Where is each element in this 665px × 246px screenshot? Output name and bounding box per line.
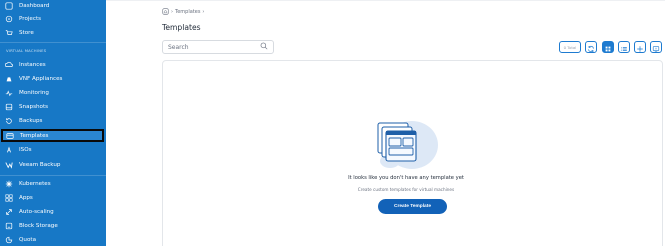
sidebar-item-label: Quota	[19, 236, 36, 243]
sidebar-item-label: Snapshots	[19, 103, 49, 110]
sidebar-item-label: Projects	[19, 15, 42, 22]
home-icon[interactable]	[162, 8, 169, 15]
page-title: Templates	[162, 23, 201, 32]
monitoring-icon	[4, 88, 13, 97]
block-storage-icon	[4, 221, 13, 230]
templates-icon	[5, 131, 14, 140]
iso-icon	[4, 145, 13, 154]
search-input[interactable]: Search	[162, 40, 274, 54]
sidebar-item-dashboard[interactable]: Dashboard	[0, 0, 106, 12]
sidebar-item-label: Templates	[20, 132, 49, 139]
sidebar-item-backups[interactable]: Backups	[0, 114, 106, 127]
sidebar-item-label: Monitoring	[19, 89, 49, 96]
empty-state-subtitle: Create custom templates for virtual mach…	[357, 187, 455, 192]
sidebar-item-snapshots[interactable]: Snapshots	[0, 100, 106, 113]
refresh-button[interactable]	[585, 41, 597, 53]
veeam-icon	[4, 160, 13, 169]
dashboard-icon	[4, 1, 13, 10]
sidebar-item-apps[interactable]: Apps	[0, 191, 106, 204]
projects-icon	[4, 14, 13, 23]
sidebar-item-veeam-backup[interactable]: Veeam Backup	[0, 158, 106, 171]
search-placeholder: Search	[168, 43, 189, 51]
sidebar-item-label: Store	[19, 29, 34, 36]
sidebar-item-label: Instances	[19, 61, 46, 68]
list-icon	[620, 38, 628, 57]
sidebar-item-label: Kubernetes	[19, 180, 51, 187]
snapshots-icon	[4, 102, 13, 111]
sidebar-item-block-storage[interactable]: Block Storage	[0, 219, 106, 232]
sidebar-item-label: ISOs	[19, 146, 32, 153]
empty-state-illustration	[368, 115, 444, 175]
kubernetes-icon	[4, 179, 13, 188]
grid-view-button[interactable]	[602, 41, 614, 53]
sidebar-item-auto-scaling[interactable]: Auto-scaling	[0, 205, 106, 218]
sidebar-item-instances[interactable]: Instances	[0, 58, 106, 71]
sidebar-item-label: Dashboard	[19, 2, 50, 9]
sidebar-item-label: Veeam Backup	[19, 161, 61, 168]
sidebar-item-isos[interactable]: ISOs	[0, 143, 106, 156]
store-icon	[4, 28, 13, 37]
create-template-button[interactable]: Create Template	[378, 199, 447, 214]
sidebar: Dashboard Projects Store VIRTUAL MACHINE…	[0, 0, 106, 246]
top-divider	[106, 0, 665, 1]
sidebar-divider	[0, 175, 106, 176]
breadcrumb-separator: ›	[202, 8, 205, 15]
sidebar-item-projects[interactable]: Projects	[0, 12, 106, 25]
sidebar-item-vnf-appliances[interactable]: VNF Appliances	[0, 72, 106, 85]
plus-icon	[636, 38, 644, 57]
vnf-icon	[4, 74, 13, 83]
apps-icon	[4, 193, 13, 202]
sidebar-item-quota[interactable]: Quota	[0, 233, 106, 246]
total-count-badge: 0 Total	[559, 41, 581, 53]
autoscaling-icon	[4, 207, 13, 216]
sidebar-item-monitoring[interactable]: Monitoring	[0, 86, 106, 99]
app-window: Dashboard Projects Store VIRTUAL MACHINE…	[0, 0, 665, 246]
import-icon	[652, 38, 660, 57]
breadcrumb: › Templates ›	[162, 8, 206, 15]
backups-icon	[4, 116, 13, 125]
refresh-icon	[587, 38, 595, 57]
sidebar-item-label: Apps	[19, 194, 33, 201]
sidebar-item-label: Auto-scaling	[19, 208, 54, 215]
sidebar-item-kubernetes[interactable]: Kubernetes	[0, 177, 106, 190]
sidebar-item-label: VNF Appliances	[19, 75, 63, 82]
sidebar-item-label: Block Storage	[19, 222, 58, 229]
quota-icon	[4, 235, 13, 244]
import-button[interactable]	[650, 41, 662, 53]
breadcrumb-separator: ›	[171, 8, 173, 15]
sidebar-divider	[0, 42, 106, 43]
sidebar-item-label: Backups	[19, 117, 43, 124]
add-button[interactable]	[634, 41, 646, 53]
sidebar-item-templates[interactable]: Templates	[1, 129, 104, 142]
list-view-button[interactable]	[618, 41, 630, 53]
sidebar-section-label: VIRTUAL MACHINES	[6, 48, 47, 53]
breadcrumb-current[interactable]: Templates	[175, 9, 200, 15]
empty-state-title: It looks like you don't have any templat…	[348, 175, 464, 181]
main-content: › Templates › Templates Search 0 Total I…	[106, 0, 665, 246]
sidebar-item-store[interactable]: Store	[0, 26, 106, 39]
search-icon	[260, 42, 268, 52]
instances-icon	[4, 60, 13, 69]
grid-icon	[604, 38, 612, 57]
